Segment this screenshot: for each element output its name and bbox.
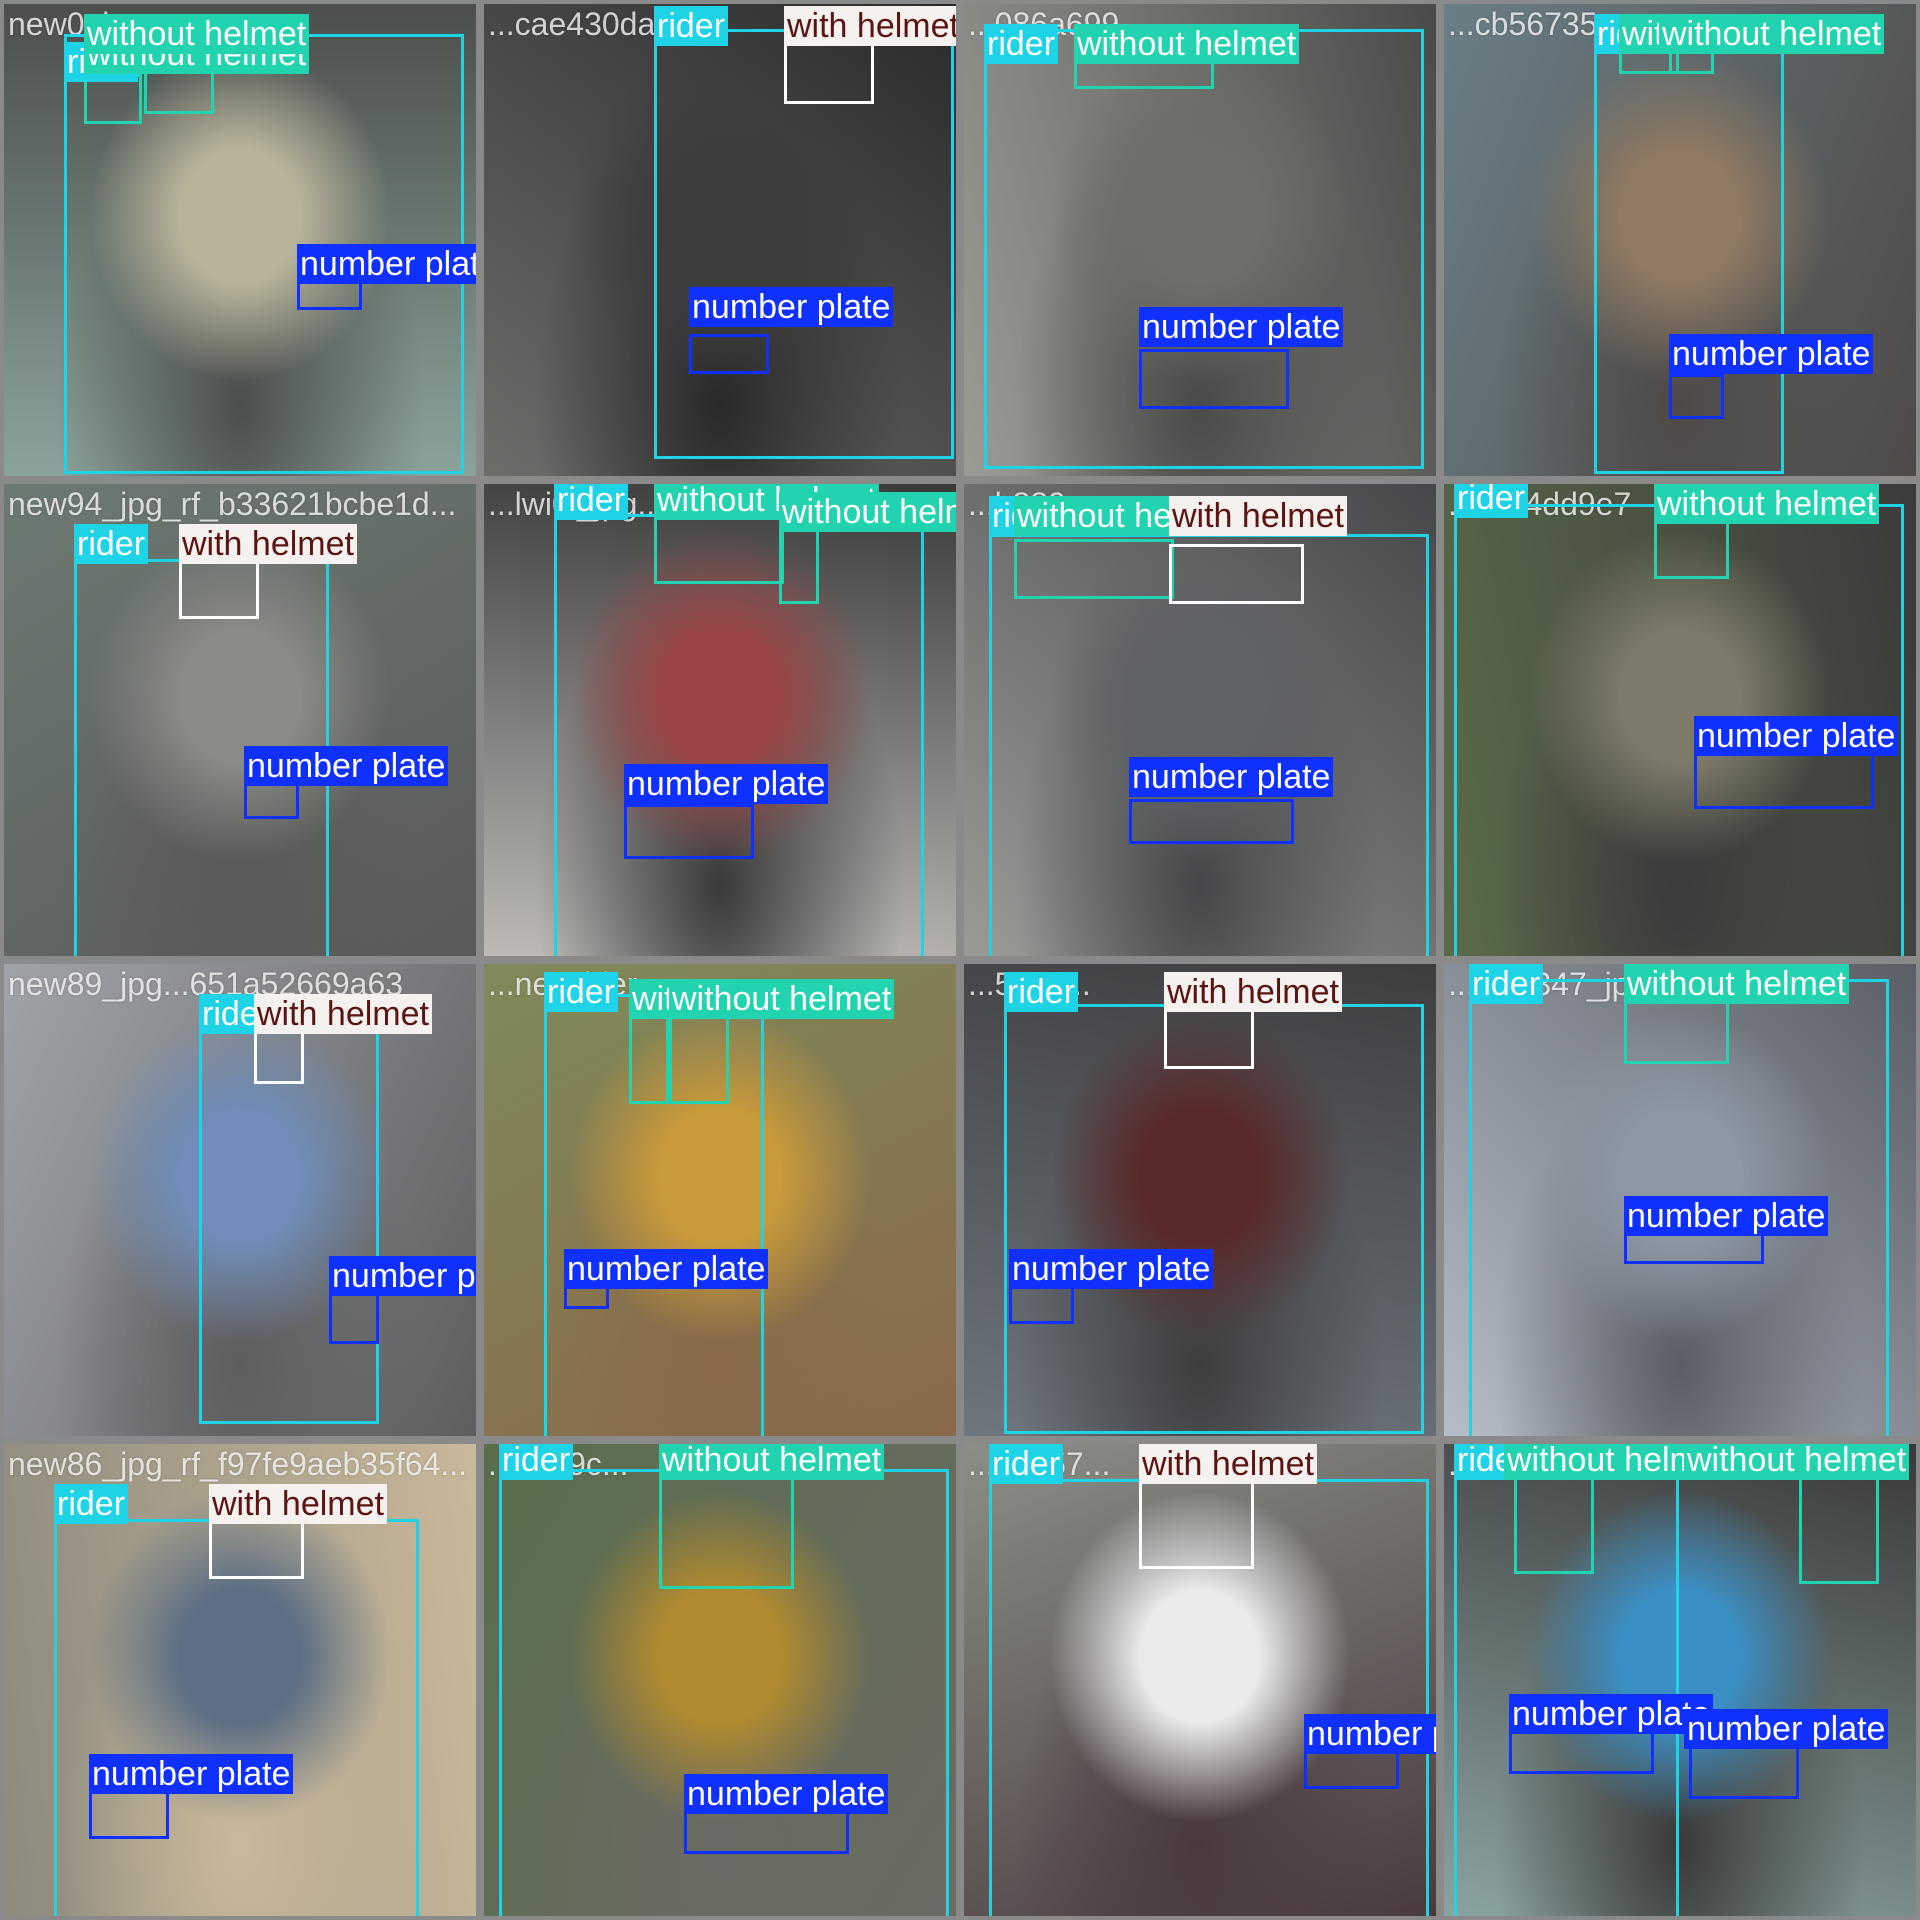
number-plate-label: number plate	[89, 1754, 294, 1794]
with-helmet-box	[209, 1519, 304, 1579]
mosaic-tile: new0_jpg...riderwithout helmetwithout he…	[0, 0, 480, 480]
number-plate-box	[1139, 349, 1289, 409]
number-plate-label: number plate	[689, 287, 894, 327]
rider-label: rider	[984, 24, 1059, 64]
number-plate-box	[684, 1809, 849, 1854]
mosaic-tile: new89_jpg...651a52669a63 rider with helmet…	[0, 960, 480, 1440]
with-helmet-label: with helmet	[1169, 496, 1347, 536]
without-helmet-label: without helmet	[1654, 484, 1880, 524]
without-helmet-box	[669, 1009, 729, 1104]
image-filename: new94_jpg_rf_b33621bcbe1d...	[8, 486, 457, 522]
number-plate-label: number plate	[244, 746, 449, 786]
mosaic-tile: ...cae430da... rider with helmet number pla…	[480, 0, 960, 480]
number-plate-label: number plate	[1129, 757, 1334, 797]
number-plate-box	[689, 334, 769, 374]
number-plate-label: number plate	[1694, 716, 1899, 756]
without-helmet-label: without helmet	[779, 492, 956, 532]
with-helmet-label: with helmet	[1139, 1444, 1317, 1484]
without-helmet-label: without helmet	[1074, 24, 1300, 64]
without-helmet-label: without helmet	[1659, 14, 1885, 54]
image-filename: ...cae430da...	[488, 6, 682, 42]
mosaic-tile: ...2cb7d...riderwithout helmetwithout he…	[1440, 1440, 1920, 1920]
number-plate-label: number plate	[684, 1774, 889, 1814]
rider-box	[54, 1519, 419, 1916]
rider-label: rider	[1469, 964, 1544, 1004]
number-plate-label: number plate	[1139, 307, 1344, 347]
number-plate-box	[624, 804, 754, 859]
number-plate-label: number plate	[297, 244, 476, 284]
number-plate-label: number plate	[1009, 1249, 1214, 1289]
without-helmet-box	[1799, 1474, 1879, 1584]
without-helmet-box	[1514, 1464, 1594, 1574]
number-plate-label: number plate	[1304, 1714, 1436, 1754]
with-helmet-label: with helmet	[1164, 972, 1342, 1012]
number-plate-box	[1669, 374, 1724, 419]
number-plate-label: number plate	[1684, 1709, 1889, 1749]
with-helmet-label: with helmet	[209, 1484, 387, 1524]
number-plate-box	[1509, 1729, 1654, 1774]
number-plate-label: number plate	[1624, 1196, 1829, 1236]
detection-mosaic: new0_jpg...riderwithout helmetwithout he…	[0, 0, 1920, 1920]
mosaic-tile: ...1b69c...riderwithout helmetnumber pla…	[480, 1440, 960, 1920]
rider-label: rider	[654, 6, 729, 46]
without-helmet-label: without helmet	[669, 979, 895, 1019]
without-helmet-box	[1014, 539, 1174, 599]
number-plate-label: number plate	[329, 1256, 476, 1296]
rider-label: rider	[1454, 484, 1529, 518]
without-helmet-label: without helmet	[1684, 1444, 1910, 1480]
number-plate-box	[329, 1289, 379, 1344]
rider-label: rider	[499, 1444, 574, 1480]
with-helmet-box	[1139, 1479, 1254, 1569]
with-helmet-label: with helmet	[784, 6, 956, 46]
number-plate-label: number plate	[564, 1249, 769, 1289]
mosaic-tile: ...newrider...riderwithout helmetwithout…	[480, 960, 960, 1440]
rider-label: rider	[554, 484, 629, 520]
mosaic-tile: ...new347_jpg... rider without helmet numbe…	[1440, 960, 1920, 1440]
number-plate-box	[89, 1789, 169, 1839]
mosaic-tile: ...5c15...riderwith helmetnumber plate	[960, 960, 1440, 1440]
mosaic-tile: ...ecc4dd9e7 rider without helmet number pl…	[1440, 480, 1920, 960]
rider-label: rider	[74, 524, 149, 564]
without-helmet-box	[629, 1009, 669, 1104]
without-helmet-label: without helmet	[84, 14, 310, 54]
without-helmet-label: without helmet	[659, 1444, 885, 1480]
number-plate-box	[1009, 1284, 1074, 1324]
without-helmet-box	[659, 1469, 794, 1589]
without-helmet-box	[779, 524, 819, 604]
number-plate-label: number plate	[1669, 334, 1874, 374]
with-helmet-box	[1164, 1004, 1254, 1069]
number-plate-box	[1689, 1744, 1799, 1799]
mosaic-tile: ...lwi0l_jpg...riderwithout helmetwithou…	[480, 480, 960, 960]
without-helmet-label: without helmet	[1624, 964, 1850, 1004]
mosaic-tile: ...086a699...riderwithout helmetnumber p…	[960, 0, 1440, 480]
with-helmet-label: with helmet	[179, 524, 357, 564]
rider-label: rider	[544, 972, 619, 1012]
mosaic-tile: ...b889...riderwithout helmetwith helmet…	[960, 480, 1440, 960]
with-helmet-box	[1169, 544, 1304, 604]
image-filename: new86_jpg_rf_f97fe9aeb35f64...	[8, 1446, 468, 1482]
rider-label: rider	[54, 1484, 129, 1524]
mosaic-tile: new86_jpg_rf_f97fe9aeb35f64... rider with …	[0, 1440, 480, 1920]
with-helmet-label: with helmet	[254, 994, 432, 1034]
mosaic-tile: ...cb56735...riderwithout helmetwithout …	[1440, 0, 1920, 480]
with-helmet-box	[179, 559, 259, 619]
number-plate-label: number plate	[1509, 1694, 1714, 1734]
rider-label: rider	[989, 1444, 1064, 1484]
mosaic-tile: ...e2057...riderwith helmetnumber plate	[960, 1440, 1440, 1920]
number-plate-label: number plate	[624, 764, 829, 804]
rider-label: rider	[1004, 972, 1079, 1012]
number-plate-box	[1129, 799, 1294, 844]
mosaic-tile: new94_jpg_rf_b33621bcbe1d... rider with he…	[0, 480, 480, 960]
